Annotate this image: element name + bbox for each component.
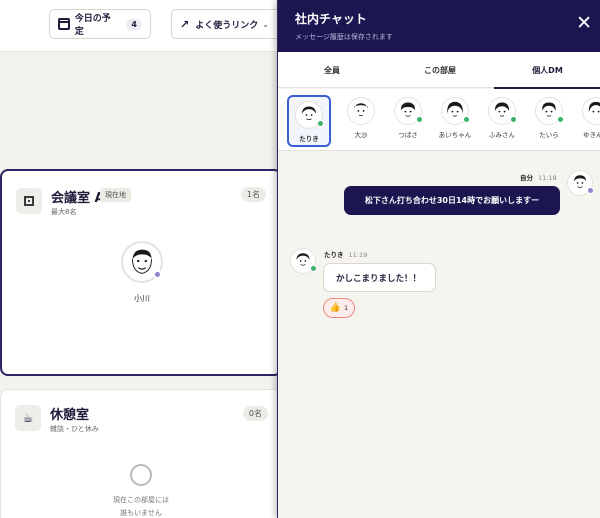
chat-title: 社内チャット (295, 12, 367, 26)
presence-dot (310, 265, 317, 272)
presence-dot (416, 116, 423, 123)
message-meta: たりき 11:19 (324, 249, 367, 259)
tab-all[interactable]: 全員 (278, 52, 386, 88)
current-location-badge: 現在地 (100, 188, 131, 202)
room-capacity: 最大8名 (51, 208, 77, 216)
dm-user-name: ゆきんこ (583, 131, 600, 139)
member-avatar[interactable] (121, 241, 163, 283)
dm-user-name: たいら (539, 131, 559, 139)
my-avatar (567, 170, 594, 196)
avatar (441, 97, 470, 125)
calendar-icon (58, 18, 70, 30)
room-card-meeting-a[interactable]: 会議室 A 現在地 最大8名 1名 小川 (0, 169, 282, 376)
today-schedule-label: 今日の予定 (74, 14, 111, 37)
dm-user-item[interactable]: ふみさん (482, 97, 522, 147)
avatar (394, 97, 423, 125)
dm-user-name: あいちゃん (438, 131, 472, 139)
message-sender: 自分 (520, 174, 533, 182)
dm-user-item[interactable]: ゆきんこ (576, 97, 600, 147)
avatar (582, 97, 600, 125)
presence-dot (557, 116, 564, 123)
presence-dot (463, 116, 470, 123)
dm-user-item[interactable]: あいちゃん (435, 97, 475, 147)
dm-user-list: たりき 大沙 つばさ あいちゃん ふみさん たいら ゆき (278, 89, 600, 151)
room-occupancy-count: 1名 (240, 187, 266, 202)
presence-dot (510, 116, 517, 123)
avatar (488, 97, 517, 125)
room-icon (16, 188, 42, 214)
chat-subtitle: メッセージ履歴は保存されます (295, 33, 393, 41)
frequent-links-button[interactable]: ↗ よく使うリンク ⌄ (171, 9, 291, 39)
reaction-count: 1 (344, 304, 349, 312)
tab-this-room[interactable]: この部屋 (386, 52, 494, 88)
message-sender: たりき (324, 251, 344, 259)
presence-dot (153, 270, 162, 279)
chevron-down-icon: ⌄ (262, 19, 269, 29)
presence-dot (317, 120, 324, 127)
room-card-break-room[interactable]: ☕ 休憩室 雑談・ひと休み 0名 現在この部屋には 誰もいません (0, 389, 282, 518)
reaction-chip[interactable]: 👍 1 (323, 298, 355, 318)
empty-room-icon (130, 464, 152, 486)
outgoing-message-bubble: 松下さん打ち合わせ30日14時でお願いしますー (344, 186, 560, 215)
close-icon[interactable]: ✕ (576, 14, 592, 33)
room-occupancy-count: 0名 (242, 406, 268, 421)
room-name: 休憩室 (50, 408, 90, 423)
presence-dot (587, 187, 594, 194)
room-name: 会議室 A (51, 191, 105, 206)
dm-user-item[interactable]: 大沙 (341, 97, 381, 147)
message-meta: 自分 11:18 (520, 172, 557, 182)
chat-header: 社内チャット メッセージ履歴は保存されます ✕ (278, 0, 600, 52)
dm-user-item[interactable]: たいら (529, 97, 569, 147)
today-schedule-button[interactable]: 今日の予定 4 (49, 9, 151, 39)
coffee-icon: ☕ (15, 405, 41, 431)
schedule-count-badge: 4 (126, 18, 142, 30)
chat-tabs: 全員 この部屋 個人DM (278, 52, 600, 89)
avatar (347, 97, 375, 125)
sender-avatar (290, 248, 317, 274)
avatar (295, 101, 324, 129)
dm-user-name: つばさ (398, 131, 418, 139)
dm-user-name: 大沙 (354, 131, 368, 139)
dm-user-name: たりき (299, 135, 319, 143)
dm-user-item[interactable]: つばさ (388, 97, 428, 147)
empty-room-message: 現在この部屋には 誰もいません (113, 496, 169, 517)
top-toolbar: 今日の予定 4 ↗ よく使うリンク ⌄ (0, 0, 291, 52)
arrow-up-right-icon: ↗ (180, 17, 190, 31)
dm-user-item[interactable]: たりき (287, 95, 331, 147)
message-list: 自分 11:18 松下さん打ち合わせ30日14時でお願いしますー たりき 11:19… (278, 152, 600, 518)
dm-user-name: ふみさん (489, 131, 515, 139)
message-time: 11:19 (348, 251, 368, 259)
room-description: 雑談・ひと休み (50, 425, 99, 433)
thumbs-up-icon: 👍 (329, 303, 342, 313)
avatar (535, 97, 564, 125)
message-time: 11:18 (538, 174, 557, 182)
frequent-links-label: よく使うリンク (195, 20, 259, 31)
tab-direct-messages[interactable]: 個人DM (494, 52, 600, 89)
chat-panel: 社内チャット メッセージ履歴は保存されます ✕ 全員 この部屋 個人DM たりき… (277, 0, 600, 518)
member-name: 小川 (134, 294, 150, 303)
incoming-message-bubble: かしこまりました！！ (323, 263, 436, 292)
